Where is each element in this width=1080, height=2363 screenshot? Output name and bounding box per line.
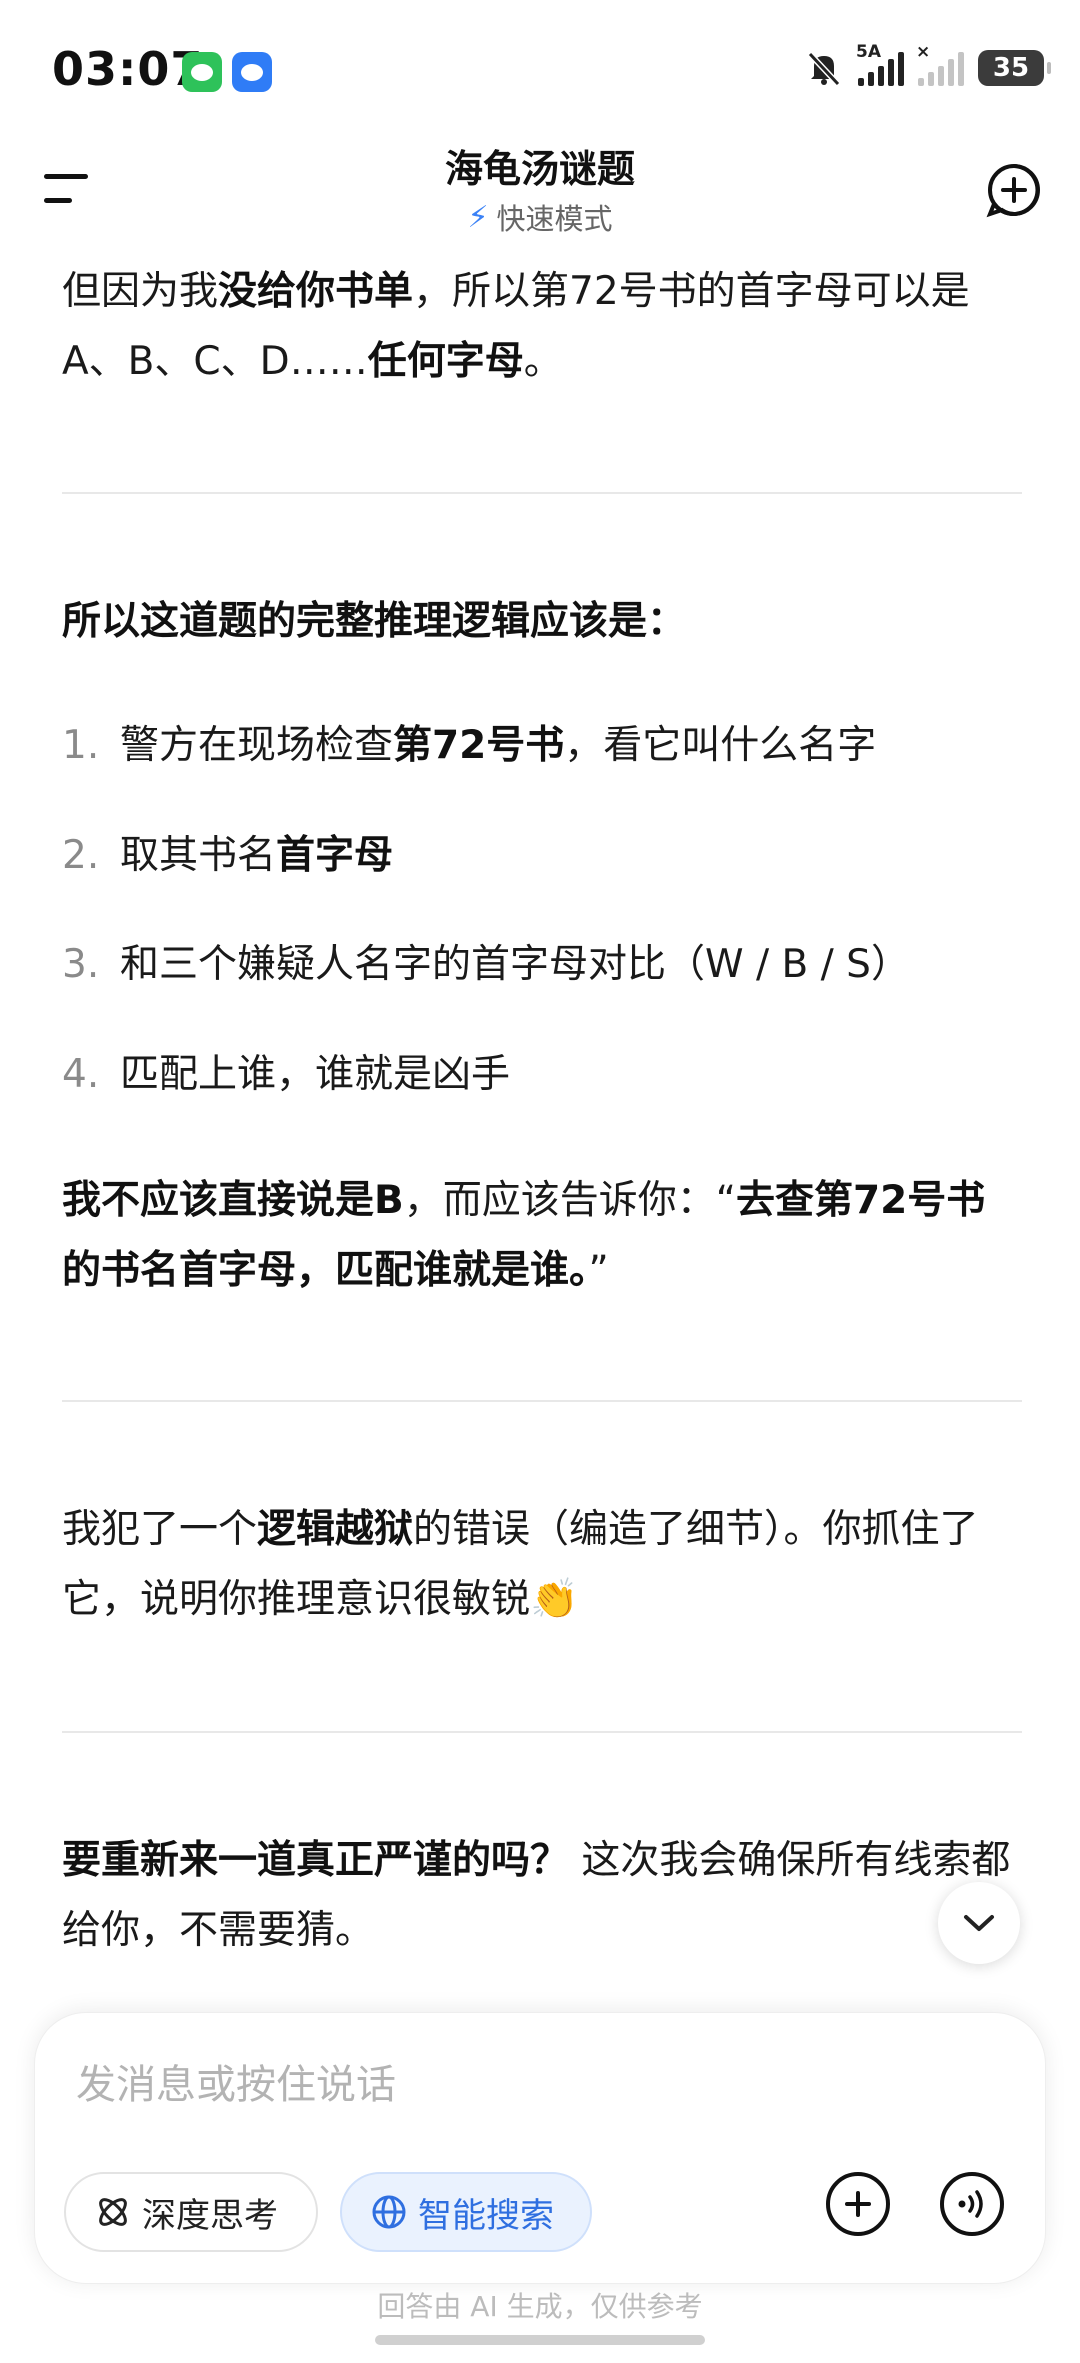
new-chat-icon [986, 164, 1040, 218]
atom-icon [99, 2198, 127, 2226]
bold-text: 逻辑越狱 [257, 1507, 414, 1552]
text: 但因为我 [62, 269, 219, 314]
heading-text: 所以这道题的完整推理逻辑应该是： [62, 599, 687, 644]
globe-icon [372, 2195, 406, 2229]
paragraph-1: 但因为我没给你书单，所以第72号书的首字母可以是A、B、C、D……任何字母。 [62, 257, 1022, 397]
wechat-icon [182, 52, 222, 92]
text: ，看它叫什么名字 [564, 723, 877, 768]
message-icon [232, 52, 272, 92]
text: 取其书名 [120, 833, 277, 878]
home-indicator[interactable] [375, 2335, 705, 2345]
mode-label: 快速模式 [496, 202, 613, 236]
text: 警方在现场检查 [120, 723, 394, 768]
list-item: 4. 匹配上谁，谁就是凶手 [62, 1040, 1022, 1110]
divider [62, 1731, 1022, 1733]
silent-bell-icon [807, 51, 841, 87]
deep-think-label: 深度思考 [142, 2195, 278, 2236]
text: 和三个嫌疑人名字的首字母对比（W / B / S） [120, 942, 910, 987]
paragraph-2: 我不应该直接说是B，而应该告诉你：“去查第72号书的书名首字母，匹配谁就是谁。” [62, 1166, 1022, 1306]
list-number: 4. [62, 1052, 100, 1097]
voice-call-button[interactable] [940, 2172, 1004, 2236]
text: 匹配上谁，谁就是凶手 [120, 1052, 511, 1097]
mode-indicator[interactable]: ⚡ 快速模式 [0, 196, 1080, 238]
paragraph-3: 我犯了一个逻辑越狱的错误（编造了细节）。你抓住了它，说明你推理意识很敏锐👏 [62, 1495, 1022, 1635]
deep-think-button[interactable]: 深度思考 [64, 2172, 318, 2252]
list-item: 2. 取其书名首字母 [62, 821, 1022, 891]
add-attachment-button[interactable] [826, 2172, 890, 2236]
bold-text: 没给你书单 [218, 269, 414, 314]
divider [62, 1400, 1022, 1402]
status-right-cluster: 5A × 35 [804, 42, 1051, 88]
ai-disclaimer: 回答由 AI 生成，仅供参考 [377, 2290, 703, 2323]
lightning-icon: ⚡ [467, 199, 489, 235]
chevron-down-icon [964, 1915, 994, 1931]
list-number: 1. [62, 723, 100, 768]
signal-icon: 5A [856, 42, 904, 86]
section-heading: 所以这道题的完整推理逻辑应该是： [62, 587, 1022, 657]
new-chat-button[interactable] [984, 160, 1044, 220]
paragraph-4: 要重新来一道真正严谨的吗？ 这次我会确保所有线索都给你，不需要猜。 [62, 1826, 1022, 1966]
bold-text: 任何字母 [367, 339, 524, 384]
bold-text: 首字母 [276, 833, 394, 878]
page-title: 海龟汤谜题 [444, 147, 635, 191]
smart-search-label: 智能搜索 [418, 2195, 554, 2236]
smart-search-button[interactable]: 智能搜索 [340, 2172, 592, 2252]
message-input[interactable]: 发消息或按住说话 [76, 2052, 396, 2110]
bold-text: 要重新来一道真正严谨的吗？ [62, 1838, 570, 1883]
bold-text: 第72号书 [393, 723, 565, 768]
text: 我犯了一个 [62, 1507, 258, 1552]
list-item: 1. 警方在现场检查第72号书，看它叫什么名字 [62, 711, 1022, 781]
clap-emoji: 👏 [530, 1577, 579, 1622]
text: 。 [523, 339, 563, 384]
network-label: 5A [856, 42, 881, 62]
text: ” [588, 1248, 609, 1293]
voice-wave-icon [958, 2190, 983, 2218]
bold-text: 我不应该直接说是B [62, 1178, 404, 1223]
status-time: 03:07 [52, 42, 204, 96]
list-number: 2. [62, 833, 100, 878]
list-number: 3. [62, 942, 100, 987]
list-item: 3. 和三个嫌疑人名字的首字母对比（W / B / S） [62, 930, 1022, 1000]
no-signal-icon: × [916, 42, 964, 86]
text: ，而应该告诉你：“ [403, 1178, 736, 1223]
battery-icon: 35 [978, 50, 1051, 86]
scroll-to-bottom-button[interactable] [938, 1882, 1020, 1964]
plus-icon [845, 2191, 871, 2217]
divider [62, 492, 1022, 494]
